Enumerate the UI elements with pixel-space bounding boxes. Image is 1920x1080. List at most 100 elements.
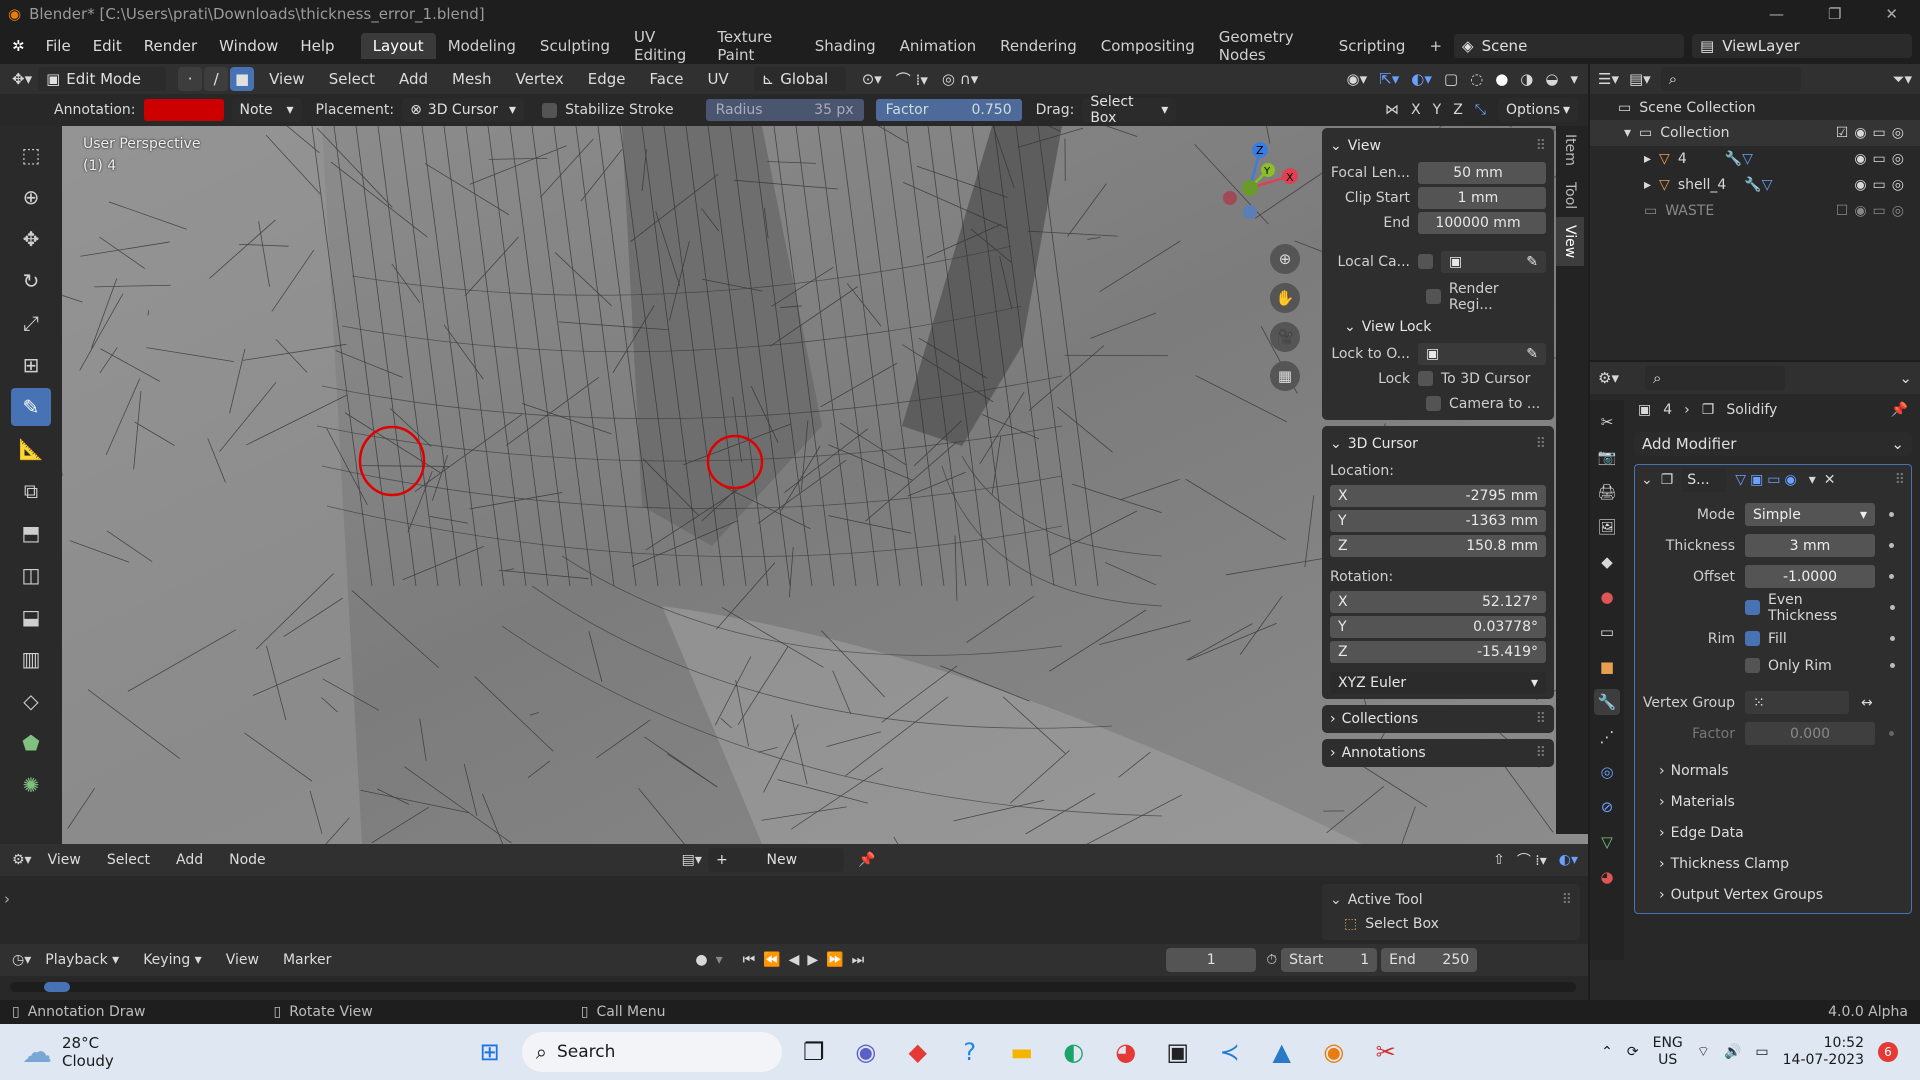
tab-sculpting[interactable]: Sculpting [528,33,622,59]
keyframe-dot[interactable] [1889,543,1894,548]
solid-shading-icon[interactable]: ● [1495,70,1508,88]
annotation-layer-dropdown[interactable]: Note ▾ [231,98,302,122]
add-modifier-button[interactable]: Add Modifier ⌄ [1634,432,1912,456]
cursor-tool-icon[interactable]: ⊕ [11,178,51,216]
drag-handle-icon[interactable]: ⠿ [1536,711,1546,727]
menu-file[interactable]: File [35,28,82,64]
anydesk-icon[interactable]: ◆ [898,1032,938,1072]
rendered-shading-icon[interactable]: ◒ [1545,70,1558,88]
rotate-tool-icon[interactable]: ↻ [11,262,51,300]
snap-icon[interactable]: ⌒ ⁞▾ [896,69,928,90]
add-workspace-icon[interactable]: + [1417,33,1454,59]
proportional-edit-icon[interactable]: ◎ ∩▾ [942,70,978,88]
drag-dropdown[interactable]: Select Box ▾ [1082,94,1177,126]
menu-edit[interactable]: Edit [82,28,133,64]
view-layer-properties-icon[interactable]: 🖼 [1594,514,1620,540]
collection-properties-icon[interactable]: ▭ [1594,619,1620,645]
camera-view-icon[interactable]: 🎥 [1270,322,1300,352]
header-menu-add[interactable]: Add [390,64,437,94]
menu-help[interactable]: Help [289,28,345,64]
chevron-down-icon[interactable]: ⌄ [1899,369,1912,387]
focal-length-field[interactable]: 50 mm [1418,161,1546,184]
filter-icon[interactable]: ⏷▾ [1892,70,1912,88]
outliner-editor-icon[interactable]: ☰▾ [1598,70,1619,88]
clip-end-field[interactable]: 100000 mm [1418,211,1546,234]
outliner-scene-collection[interactable]: ▭ Scene Collection [1590,96,1920,120]
tab-geometry-nodes[interactable]: Geometry Nodes [1207,28,1327,64]
edge-select-icon[interactable]: / [204,67,229,91]
local-camera-checkbox[interactable] [1418,254,1433,269]
drag-handle-icon[interactable]: ⠿ [1562,892,1572,908]
tab-compositing[interactable]: Compositing [1089,33,1207,59]
vertex-select-icon[interactable]: · [178,67,203,91]
edge-browser-icon[interactable]: ◐ [1054,1032,1094,1072]
object-shell4-visibility-icons[interactable]: ◉▭◎ [1854,177,1920,193]
tool-properties-icon[interactable]: ✂ [1594,409,1620,435]
measure-tool-icon[interactable]: 📐 [11,430,51,468]
overlay-icon[interactable]: ◐▾ [1559,852,1578,868]
drag-handle-icon[interactable]: ⠿ [1536,745,1546,761]
mirror-icon[interactable]: ⋈ [1385,102,1399,118]
parent-node-icon[interactable]: ⇧ [1493,852,1505,868]
auto-merge-icon[interactable]: ⤡ [1475,102,1486,118]
header-menu-uv[interactable]: UV [698,64,737,94]
thickness-field[interactable]: 3 mm [1745,534,1875,557]
properties-search-input[interactable]: ⌕ [1644,366,1785,390]
scale-tool-icon[interactable]: ⤢ [11,304,51,342]
timeline-editor-icon[interactable]: ◷▾ [12,952,31,968]
cursor-location-x[interactable]: X -2795 mm [1330,484,1546,507]
task-view-icon[interactable]: ❐ [794,1032,834,1072]
scene-selector[interactable]: ◈ Scene [1454,34,1685,58]
remove-modifier-icon[interactable]: ✕ [1824,472,1836,488]
header-menu-select[interactable]: Select [320,64,384,94]
help-app-icon[interactable]: ? [950,1032,990,1072]
subpanel-output-vertex-groups[interactable]: › Output Vertex Groups [1635,879,1911,910]
terminal-icon[interactable]: ▣ [1158,1032,1198,1072]
object-properties-icon[interactable]: ■ [1594,654,1620,680]
poly-build-tool-icon[interactable]: ⬟ [11,724,51,762]
mirror-x-toggle[interactable]: X [1411,102,1421,118]
outliner-waste[interactable]: ▭ WASTE ☐◉▭◎ [1590,198,1920,224]
sync-icon[interactable]: ⟳ [1627,1044,1639,1060]
spin-tool-icon[interactable]: ✺ [11,766,51,804]
select-box-tool-icon[interactable]: ⬚ [11,136,51,174]
keyframe-options-icon[interactable]: ▾ [716,952,723,968]
cursor-rotation-x[interactable]: X 52.127° [1330,590,1546,613]
material-shading-icon[interactable]: ◑ [1520,70,1533,88]
wireframe-shading-icon[interactable]: ◌ [1470,70,1483,88]
ortho-grid-icon[interactable]: ▦ [1270,361,1300,391]
tab-animation[interactable]: Animation [888,33,988,59]
playhead[interactable] [44,982,70,992]
scene-properties-icon[interactable]: ◆ [1594,549,1620,575]
render-properties-icon[interactable]: 📷 [1594,444,1620,470]
clock[interactable]: 10:52 14-07-2023 [1783,1035,1864,1069]
current-frame-field[interactable]: 1 [1166,948,1257,972]
offset-field[interactable]: -1.0000 [1745,565,1875,588]
tab-modeling[interactable]: Modeling [436,33,528,59]
keyframe-dot[interactable] [1890,663,1895,668]
subpanel-normals[interactable]: › Normals [1635,755,1911,786]
xray-icon[interactable]: ▢ [1444,70,1458,88]
keyframe-dot[interactable] [1889,731,1894,736]
stabilize-checkbox[interactable] [542,102,558,118]
blender-menu-icon[interactable]: ✲ [0,37,35,55]
mirror-z-toggle[interactable]: Z [1453,102,1463,118]
start-frame-field[interactable]: Start 1 [1281,948,1378,972]
modifier-menu-icon[interactable]: ▾ [1809,472,1816,488]
expand-arrow-icon[interactable]: › [4,890,10,908]
menu-window[interactable]: Window [208,28,289,64]
new-node-tree-button[interactable]: + New [707,848,844,872]
tab-item[interactable]: Item [1556,126,1584,174]
bevel-tool-icon[interactable]: ⬓ [11,598,51,636]
cursor-location-z[interactable]: Z 150.8 mm [1330,534,1546,557]
knife-tool-icon[interactable]: ◇ [11,682,51,720]
view-panel-header[interactable]: ⌄ View ⠿ [1330,132,1546,160]
clip-start-field[interactable]: 1 mm [1418,186,1546,209]
active-tool-header[interactable]: ⌄ Active Tool ⠿ [1330,888,1572,912]
fill-rim-checkbox[interactable] [1745,631,1760,646]
outliner-item-4[interactable]: ▸ ▽ 4 🔧▽ ◉▭◎ [1590,146,1920,172]
visibility-icon[interactable]: ◉▾ [1347,70,1368,88]
lock-to-cursor-checkbox[interactable] [1418,371,1433,386]
pan-hand-icon[interactable]: ✋ [1270,283,1300,313]
properties-editor-icon[interactable]: ⚙▾ [1598,369,1619,387]
